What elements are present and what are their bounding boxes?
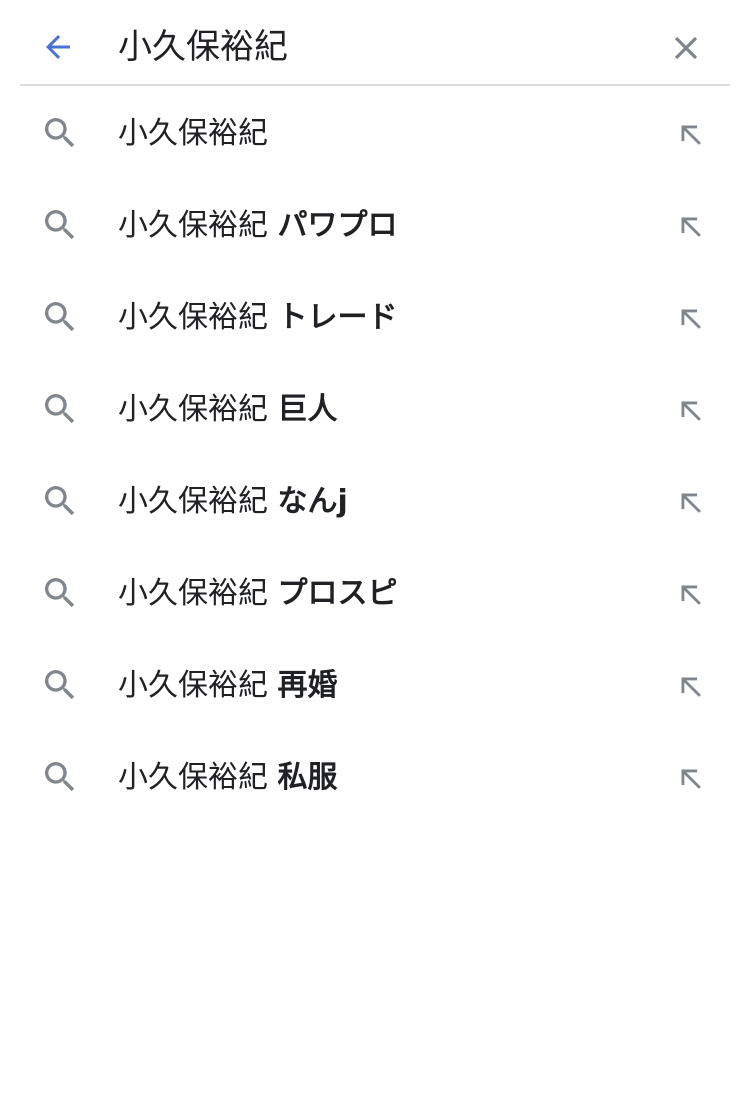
suggestion-item[interactable]: 小久保裕紀 再婚 (0, 640, 750, 732)
suggestion-item[interactable]: 小久保裕紀 トレード (0, 272, 750, 364)
fill-query-button[interactable] (670, 206, 710, 246)
arrow-up-left-icon (681, 217, 701, 237)
fill-query-button[interactable] (670, 298, 710, 338)
search-input[interactable] (118, 22, 638, 72)
suggestion-list: 小久保裕紀 小久保裕紀 パワプロ 小久保裕紀 トレード 小久保裕紀 巨人 小久保… (0, 88, 750, 824)
arrow-left-icon (46, 35, 70, 59)
search-icon (45, 762, 75, 792)
suggestion-base-text: 小久保裕紀 (118, 392, 268, 427)
search-icon (45, 578, 75, 608)
suggestion-completion-text: 再婚 (277, 668, 338, 703)
fill-query-button[interactable] (670, 482, 710, 522)
suggestion-base-text: 小久保裕紀 (118, 208, 268, 243)
arrow-up-left-icon (681, 585, 701, 605)
suggestion-item[interactable]: 小久保裕紀 なんj (0, 456, 750, 548)
suggestion-base-text: 小久保裕紀 (118, 576, 268, 611)
suggestion-text: 小久保裕紀 巨人 (118, 388, 338, 432)
suggestion-item[interactable]: 小久保裕紀 (0, 88, 750, 180)
suggestion-text: 小久保裕紀 私服 (118, 756, 338, 800)
suggestion-completion-text: プロスピ (277, 576, 398, 611)
suggestion-item[interactable]: 小久保裕紀 私服 (0, 732, 750, 824)
suggestion-text: 小久保裕紀 再婚 (118, 664, 338, 708)
suggestion-base-text: 小久保裕紀 (118, 116, 268, 151)
suggestion-completion-text: パワプロ (277, 208, 398, 243)
arrow-up-left-icon (681, 125, 701, 145)
search-icon (45, 394, 75, 424)
fill-query-button[interactable] (670, 666, 710, 706)
fill-query-button[interactable] (670, 114, 710, 154)
suggestion-completion-text: なんj (277, 484, 348, 519)
suggestion-completion-text: トレード (277, 300, 398, 335)
search-icon (45, 302, 75, 332)
suggestion-completion-text: 巨人 (277, 392, 338, 427)
suggestion-base-text: 小久保裕紀 (118, 668, 268, 703)
suggestion-item[interactable]: 小久保裕紀 巨人 (0, 364, 750, 456)
arrow-up-left-icon (681, 309, 701, 329)
suggestion-item[interactable]: 小久保裕紀 パワプロ (0, 180, 750, 272)
back-button[interactable] (38, 27, 78, 67)
search-icon (45, 486, 75, 516)
arrow-up-left-icon (681, 769, 701, 789)
suggestion-base-text: 小久保裕紀 (118, 484, 268, 519)
suggestion-text: 小久保裕紀 プロスピ (118, 572, 398, 616)
fill-query-button[interactable] (670, 390, 710, 430)
arrow-up-left-icon (681, 493, 701, 513)
suggestion-text: 小久保裕紀 トレード (118, 296, 398, 340)
suggestion-base-text: 小久保裕紀 (118, 760, 268, 795)
suggestion-base-text: 小久保裕紀 (118, 300, 268, 335)
search-icon (45, 210, 75, 240)
suggestion-text: 小久保裕紀 なんj (118, 480, 348, 524)
search-icon (45, 118, 75, 148)
suggestion-text: 小久保裕紀 パワプロ (118, 204, 398, 248)
suggestion-item[interactable]: 小久保裕紀 プロスピ (0, 548, 750, 640)
search-icon (45, 670, 75, 700)
clear-button[interactable] (665, 27, 707, 69)
fill-query-button[interactable] (670, 758, 710, 798)
close-icon (674, 36, 698, 60)
suggestion-text: 小久保裕紀 (118, 112, 268, 156)
fill-query-button[interactable] (670, 574, 710, 614)
suggestion-completion-text: 私服 (277, 760, 338, 795)
arrow-up-left-icon (681, 401, 701, 421)
arrow-up-left-icon (681, 677, 701, 697)
search-bar (20, 0, 730, 86)
